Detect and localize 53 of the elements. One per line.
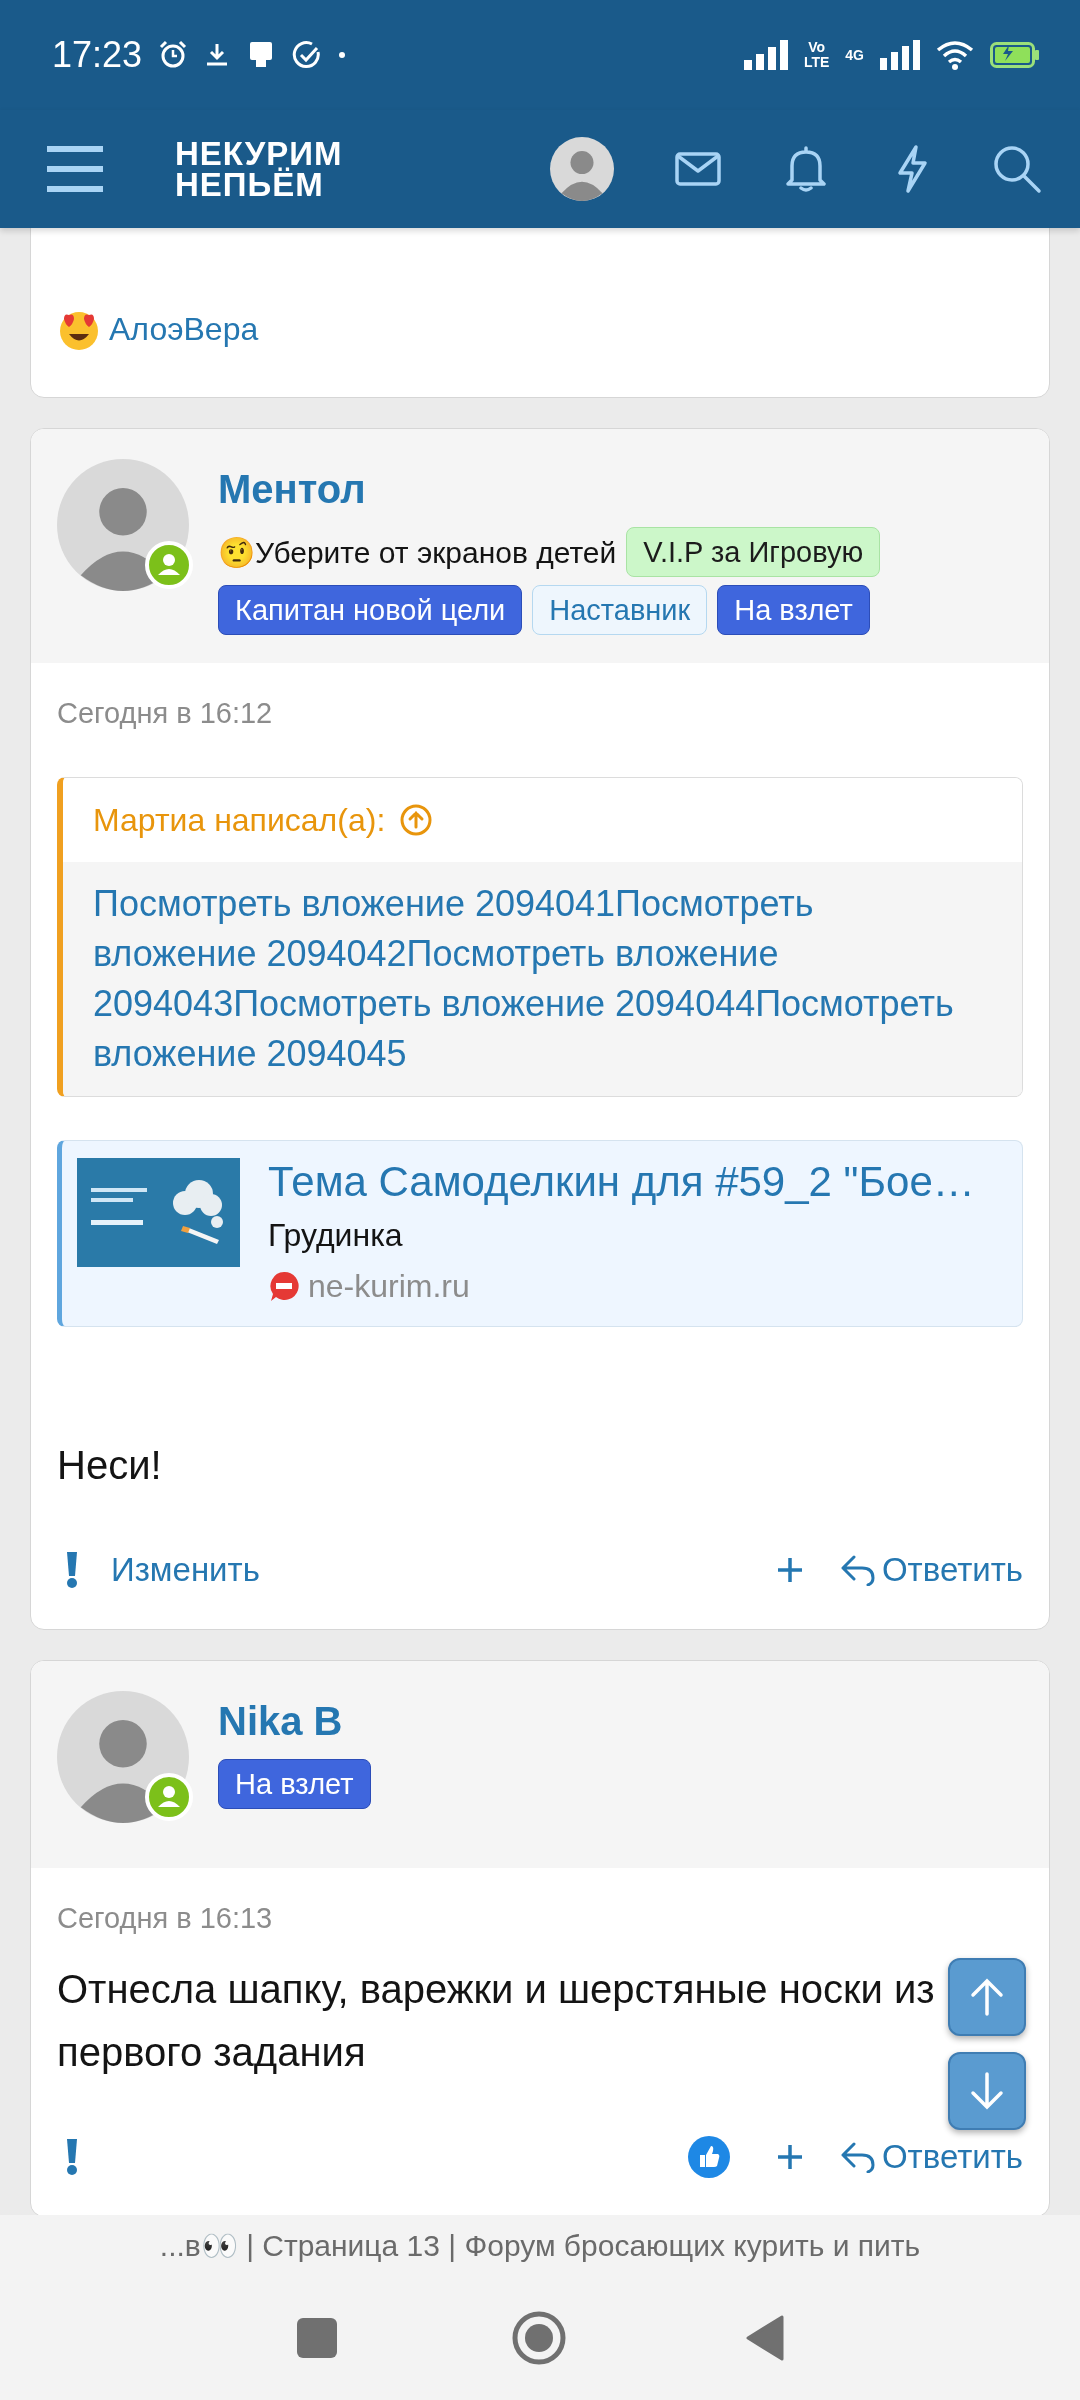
page-title: ...в👀 | Страница 13 | Форум бросающих курить и пить bbox=[159, 2227, 921, 2263]
lte-label: LTE bbox=[803, 55, 830, 70]
signal-icon bbox=[743, 40, 788, 70]
recent-apps-button[interactable] bbox=[296, 2317, 337, 2358]
thumbs-up-icon[interactable] bbox=[687, 2136, 730, 2178]
plus-icon[interactable] bbox=[775, 2143, 804, 2171]
back-button[interactable] bbox=[745, 2314, 784, 2361]
user-badge: Капитан новой цели bbox=[218, 585, 523, 635]
alarm-icon bbox=[158, 40, 189, 70]
post-date[interactable]: Сегодня в 16:12 bbox=[57, 693, 1023, 733]
avatar-icon[interactable] bbox=[550, 137, 614, 201]
wifi-icon bbox=[936, 40, 974, 70]
scroll-up-button[interactable] bbox=[948, 1958, 1026, 2036]
dot-icon bbox=[338, 51, 347, 59]
reply-icon bbox=[839, 1554, 876, 1586]
link-subtitle: Грудинка bbox=[268, 1216, 404, 1255]
edit-link[interactable]: Изменить bbox=[111, 1551, 260, 1589]
network-label: 4G bbox=[845, 47, 864, 63]
reaction-users-link[interactable]: АлоэВера bbox=[109, 310, 259, 348]
post-text: Отнесла шапку, варежки и шерстяные носки из первого задания bbox=[57, 1966, 936, 2076]
quote-author[interactable]: Мартиа написал(а): bbox=[93, 801, 386, 839]
user-status: 🤨Уберите от экранов детей bbox=[218, 534, 617, 570]
check-circle-icon bbox=[292, 40, 323, 70]
username[interactable]: Ментол bbox=[218, 459, 881, 519]
post-date[interactable]: Сегодня в 16:13 bbox=[57, 1898, 1023, 1938]
mail-icon[interactable] bbox=[674, 151, 722, 187]
home-button[interactable] bbox=[511, 2310, 566, 2365]
bell-icon[interactable] bbox=[784, 146, 828, 192]
arrow-down-icon bbox=[970, 2072, 1004, 2110]
signal-icon bbox=[880, 40, 920, 70]
user-badge: На взлет bbox=[218, 1759, 371, 1809]
clock-time: 17:23 bbox=[52, 34, 143, 76]
link-title[interactable]: Тема Самоделкин для #59_2 "Бое… bbox=[268, 1158, 975, 1206]
site-logo-icon bbox=[268, 1270, 300, 1302]
reply-link[interactable]: Ответить bbox=[839, 2138, 1023, 2176]
volte-label: Vo bbox=[807, 40, 827, 55]
user-badge: На взлет bbox=[717, 585, 870, 635]
search-icon[interactable] bbox=[992, 144, 1042, 194]
reply-link[interactable]: Ответить bbox=[839, 1551, 1023, 1589]
exclamation-icon[interactable] bbox=[65, 2138, 79, 2176]
link-preview-card[interactable]: Тема Самоделкин для #59_2 "Бое… Грудинка ne-kurim.ru bbox=[57, 1140, 1023, 1327]
plus-icon[interactable] bbox=[775, 1556, 804, 1584]
reply-icon bbox=[839, 2141, 876, 2173]
post-text: Неси! bbox=[57, 1442, 163, 1489]
scroll-down-button[interactable] bbox=[948, 2052, 1026, 2130]
arrow-up-icon bbox=[970, 1978, 1004, 2016]
site-domain: ne-kurim.ru bbox=[308, 1267, 470, 1306]
user-badge: V.I.P за Игровую bbox=[626, 527, 881, 577]
user-badge: Наставник bbox=[532, 585, 708, 635]
menu-icon[interactable] bbox=[45, 144, 105, 194]
exclamation-icon[interactable] bbox=[65, 1551, 79, 1589]
username[interactable]: Nika B bbox=[218, 1691, 371, 1751]
site-logo[interactable]: НЕКУРИМ НЕПЬЁМ bbox=[175, 138, 343, 200]
